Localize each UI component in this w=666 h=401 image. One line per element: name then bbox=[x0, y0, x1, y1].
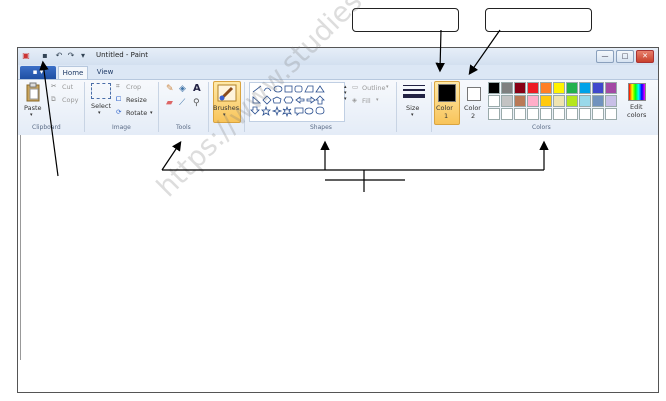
arrow-to-tools bbox=[161, 141, 182, 171]
connector-to-center-box bbox=[325, 170, 405, 192]
callout-arrows bbox=[39, 29, 549, 192]
arrow-to-color-1 bbox=[435, 29, 445, 73]
arrow-to-paint-menu bbox=[39, 60, 59, 177]
arrow-to-color-2 bbox=[468, 29, 501, 75]
